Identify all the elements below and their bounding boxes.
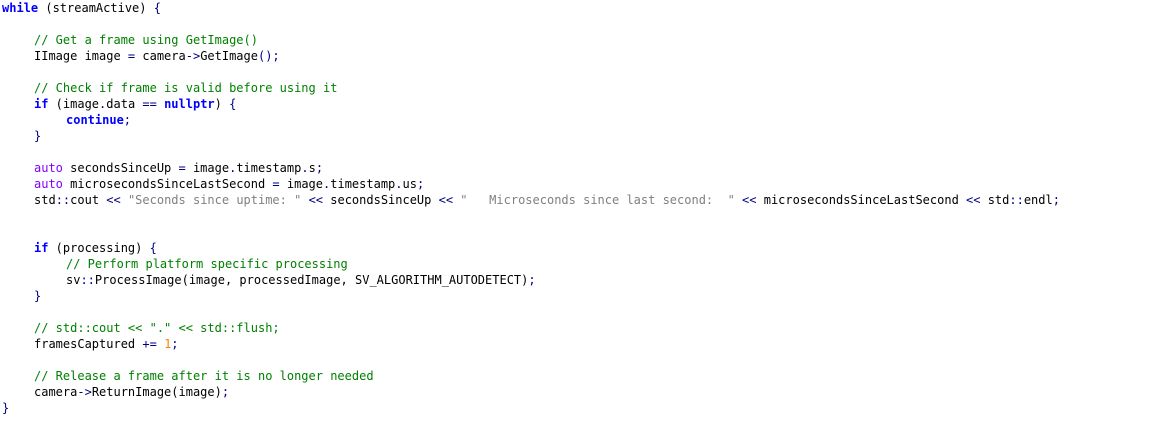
code-text: std — [34, 193, 56, 207]
code-text: IImage image — [34, 49, 128, 63]
operator: << — [742, 193, 757, 207]
string-literal: " Microseconds since last second: " — [453, 193, 743, 207]
operator: ; — [123, 113, 132, 127]
operator: += — [142, 337, 157, 351]
operator: ; — [171, 337, 179, 351]
operator: ; — [528, 273, 536, 287]
code-text: microsecondsSinceLastSecond — [62, 177, 273, 191]
code-comment-line: // Get a frame using GetImage() — [34, 32, 258, 48]
operator: << — [438, 193, 454, 207]
code-text: secondsSinceUp — [62, 161, 179, 175]
comment: // Perform platform specific processing — [66, 257, 348, 271]
operator: << — [106, 193, 121, 207]
operator: ; — [315, 161, 324, 175]
keyword-while: while — [2, 1, 39, 15]
operator: . — [301, 161, 309, 175]
code-line: continue; — [66, 112, 131, 128]
code-text: s — [308, 161, 316, 175]
comment: // std::cout << "." << std::flush; — [34, 321, 280, 335]
code-text: timestamp — [330, 177, 396, 191]
operator: = — [178, 161, 186, 175]
code-text: std — [980, 193, 1010, 207]
code-text: (processing) — [48, 241, 150, 255]
code-comment-line: // Release a frame after it is no longer… — [34, 368, 374, 384]
operator: ; — [1052, 193, 1060, 207]
code-line: } — [34, 128, 41, 144]
code-line: std::cout << "Seconds since uptime: " <<… — [34, 192, 1060, 208]
code-line: IImage image = camera->GetImage(); — [34, 48, 280, 64]
code-text: data — [106, 97, 143, 111]
code-text: cout — [70, 193, 107, 207]
keyword-continue: continue — [66, 113, 124, 127]
operator: = — [272, 177, 280, 191]
code-text: ReturnImage(image) — [91, 385, 222, 399]
comment: // Check if frame is valid before using … — [34, 81, 338, 95]
brace-open: { — [149, 241, 157, 255]
code-line: if (image.data == nullptr) { — [34, 96, 236, 112]
brace-close: } — [2, 401, 10, 415]
code-text: endl — [1023, 193, 1053, 207]
operator: (); — [257, 49, 280, 63]
brace-open: { — [153, 1, 161, 15]
code-text: GetImage — [200, 49, 258, 63]
operator: ; — [416, 177, 425, 191]
operator: . — [395, 177, 403, 191]
code-comment-line: // Check if frame is valid before using … — [34, 80, 337, 96]
code-editor[interactable]: while (streamActive) { // Get a frame us… — [0, 0, 1175, 421]
code-line: auto secondsSinceUp = image.timestamp.s; — [34, 160, 323, 176]
brace-close: } — [34, 289, 42, 303]
code-text: secondsSinceUp — [323, 193, 439, 207]
code-comment-line: // std::cout << "." << std::flush; — [34, 320, 280, 336]
code-text: camera — [34, 385, 78, 399]
code-line: } — [2, 400, 9, 416]
operator: -> — [77, 385, 92, 399]
code-text: (image — [48, 97, 100, 111]
code-text: us — [402, 177, 417, 191]
string-literal: "Seconds since uptime: " — [120, 193, 309, 207]
comment: // Get a frame using GetImage() — [34, 33, 258, 47]
code-comment-line: // Perform platform specific processing — [66, 256, 348, 272]
keyword-auto: auto — [34, 177, 63, 191]
operator: == — [142, 97, 157, 111]
code-line: auto microsecondsSinceLastSecond = image… — [34, 176, 424, 192]
keyword-if: if — [34, 241, 49, 255]
keyword-if: if — [34, 97, 49, 111]
code-line: if (processing) { — [34, 240, 157, 256]
operator: :: — [80, 273, 95, 287]
code-text: ) — [214, 97, 230, 111]
code-line: while (streamActive) { — [2, 0, 161, 16]
code-text: microsecondsSinceLastSecond — [756, 193, 967, 207]
code-text: image — [185, 161, 230, 175]
code-line: } — [34, 288, 41, 304]
brace-close: } — [34, 129, 42, 143]
operator: ; — [221, 385, 230, 399]
keyword-nullptr: nullptr — [164, 97, 215, 111]
operator: :: — [55, 193, 71, 207]
operator: << — [308, 193, 324, 207]
operator: -> — [185, 49, 201, 63]
code-text: sv — [66, 273, 81, 287]
operator: << — [966, 193, 981, 207]
code-text: ProcessImage(image, processedImage, SV_A… — [94, 273, 529, 287]
code-line: sv::ProcessImage(image, processedImage, … — [66, 272, 536, 288]
code-line: camera->ReturnImage(image); — [34, 384, 229, 400]
code-text: image — [279, 177, 324, 191]
code-text: camera — [135, 49, 186, 63]
operator: :: — [1009, 193, 1024, 207]
brace-open: { — [229, 97, 237, 111]
code-text: timestamp — [236, 161, 302, 175]
code-text: (streamActive) — [38, 1, 154, 15]
comment: // Release a frame after it is no longer… — [34, 369, 374, 383]
code-line: framesCaptured += 1; — [34, 336, 179, 352]
keyword-auto: auto — [34, 161, 63, 175]
code-text: framesCaptured — [34, 337, 143, 351]
